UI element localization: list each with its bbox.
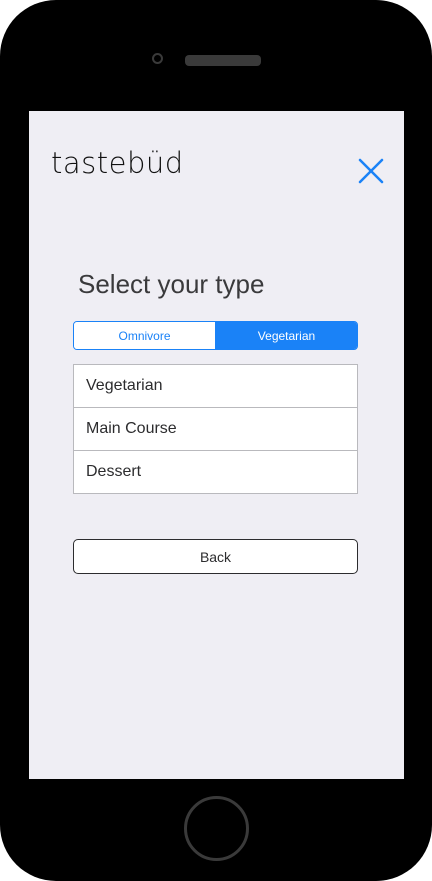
type-segmented-control: Omnivore Vegetarian <box>73 321 358 350</box>
home-button[interactable] <box>184 796 249 861</box>
close-icon <box>358 158 384 184</box>
category-list: Vegetarian Main Course Dessert <box>73 364 358 494</box>
list-item-main-course[interactable]: Main Course <box>74 407 357 450</box>
list-item-dessert[interactable]: Dessert <box>74 450 357 493</box>
page-title: Select your type <box>78 269 265 299</box>
list-item-vegetarian[interactable]: Vegetarian <box>74 365 357 407</box>
segment-omnivore[interactable]: Omnivore <box>74 322 216 349</box>
segment-vegetarian[interactable]: Vegetarian <box>216 322 357 349</box>
app-logo: tastebüd <box>51 146 184 180</box>
speaker-grille <box>185 55 261 66</box>
phone-frame: tastebüd Select your type Omnivore Veget… <box>0 0 432 881</box>
close-button[interactable] <box>356 156 386 186</box>
back-button[interactable]: Back <box>73 539 358 574</box>
app-screen: tastebüd Select your type Omnivore Veget… <box>29 111 404 779</box>
camera-icon <box>152 53 163 64</box>
